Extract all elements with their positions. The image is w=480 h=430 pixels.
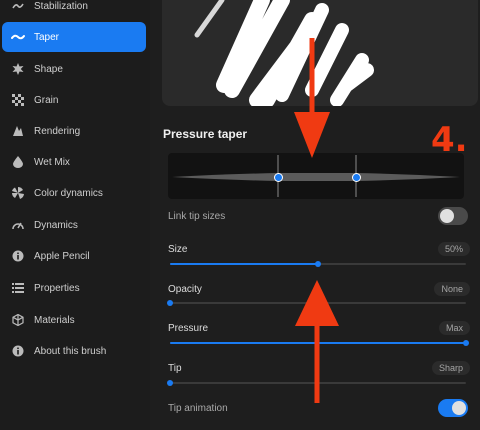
up-arrow xyxy=(295,280,339,403)
step-number-label: 4. xyxy=(431,120,468,160)
annotation-arrows xyxy=(294,38,339,403)
down-arrow xyxy=(294,38,330,158)
